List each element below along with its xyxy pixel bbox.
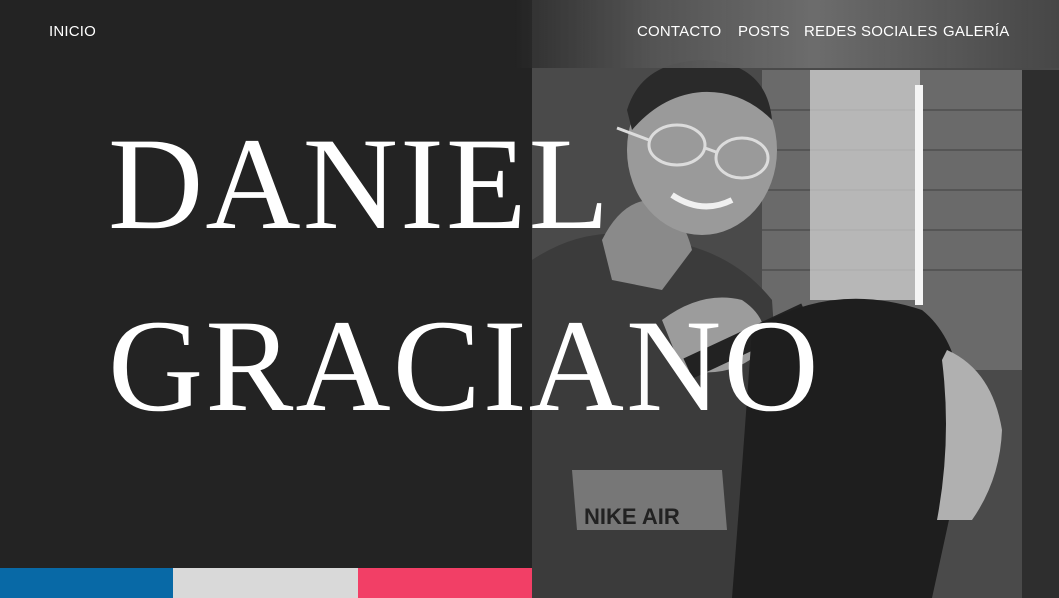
stripe-pink [358, 568, 532, 598]
nav-link-redes-sociales[interactable]: REDES SOCIALES [804, 23, 938, 40]
stripe-gray [173, 568, 358, 598]
hero-first-name: DANIEL [108, 110, 612, 257]
shirt-text: NIKE AIR [584, 504, 680, 529]
nav-link-galeria[interactable]: GALERÍA [943, 23, 1009, 40]
nav-link-posts[interactable]: POSTS [738, 23, 790, 40]
nav-link-contacto[interactable]: CONTACTO [637, 23, 721, 40]
stripe-blue [0, 568, 173, 598]
hero-last-name: GRACIANO [108, 292, 821, 439]
color-stripes [0, 568, 532, 598]
top-navigation: INICIO CONTACTO POSTS REDES SOCIALES GAL… [0, 0, 1059, 68]
nav-link-inicio[interactable]: INICIO [49, 23, 96, 40]
